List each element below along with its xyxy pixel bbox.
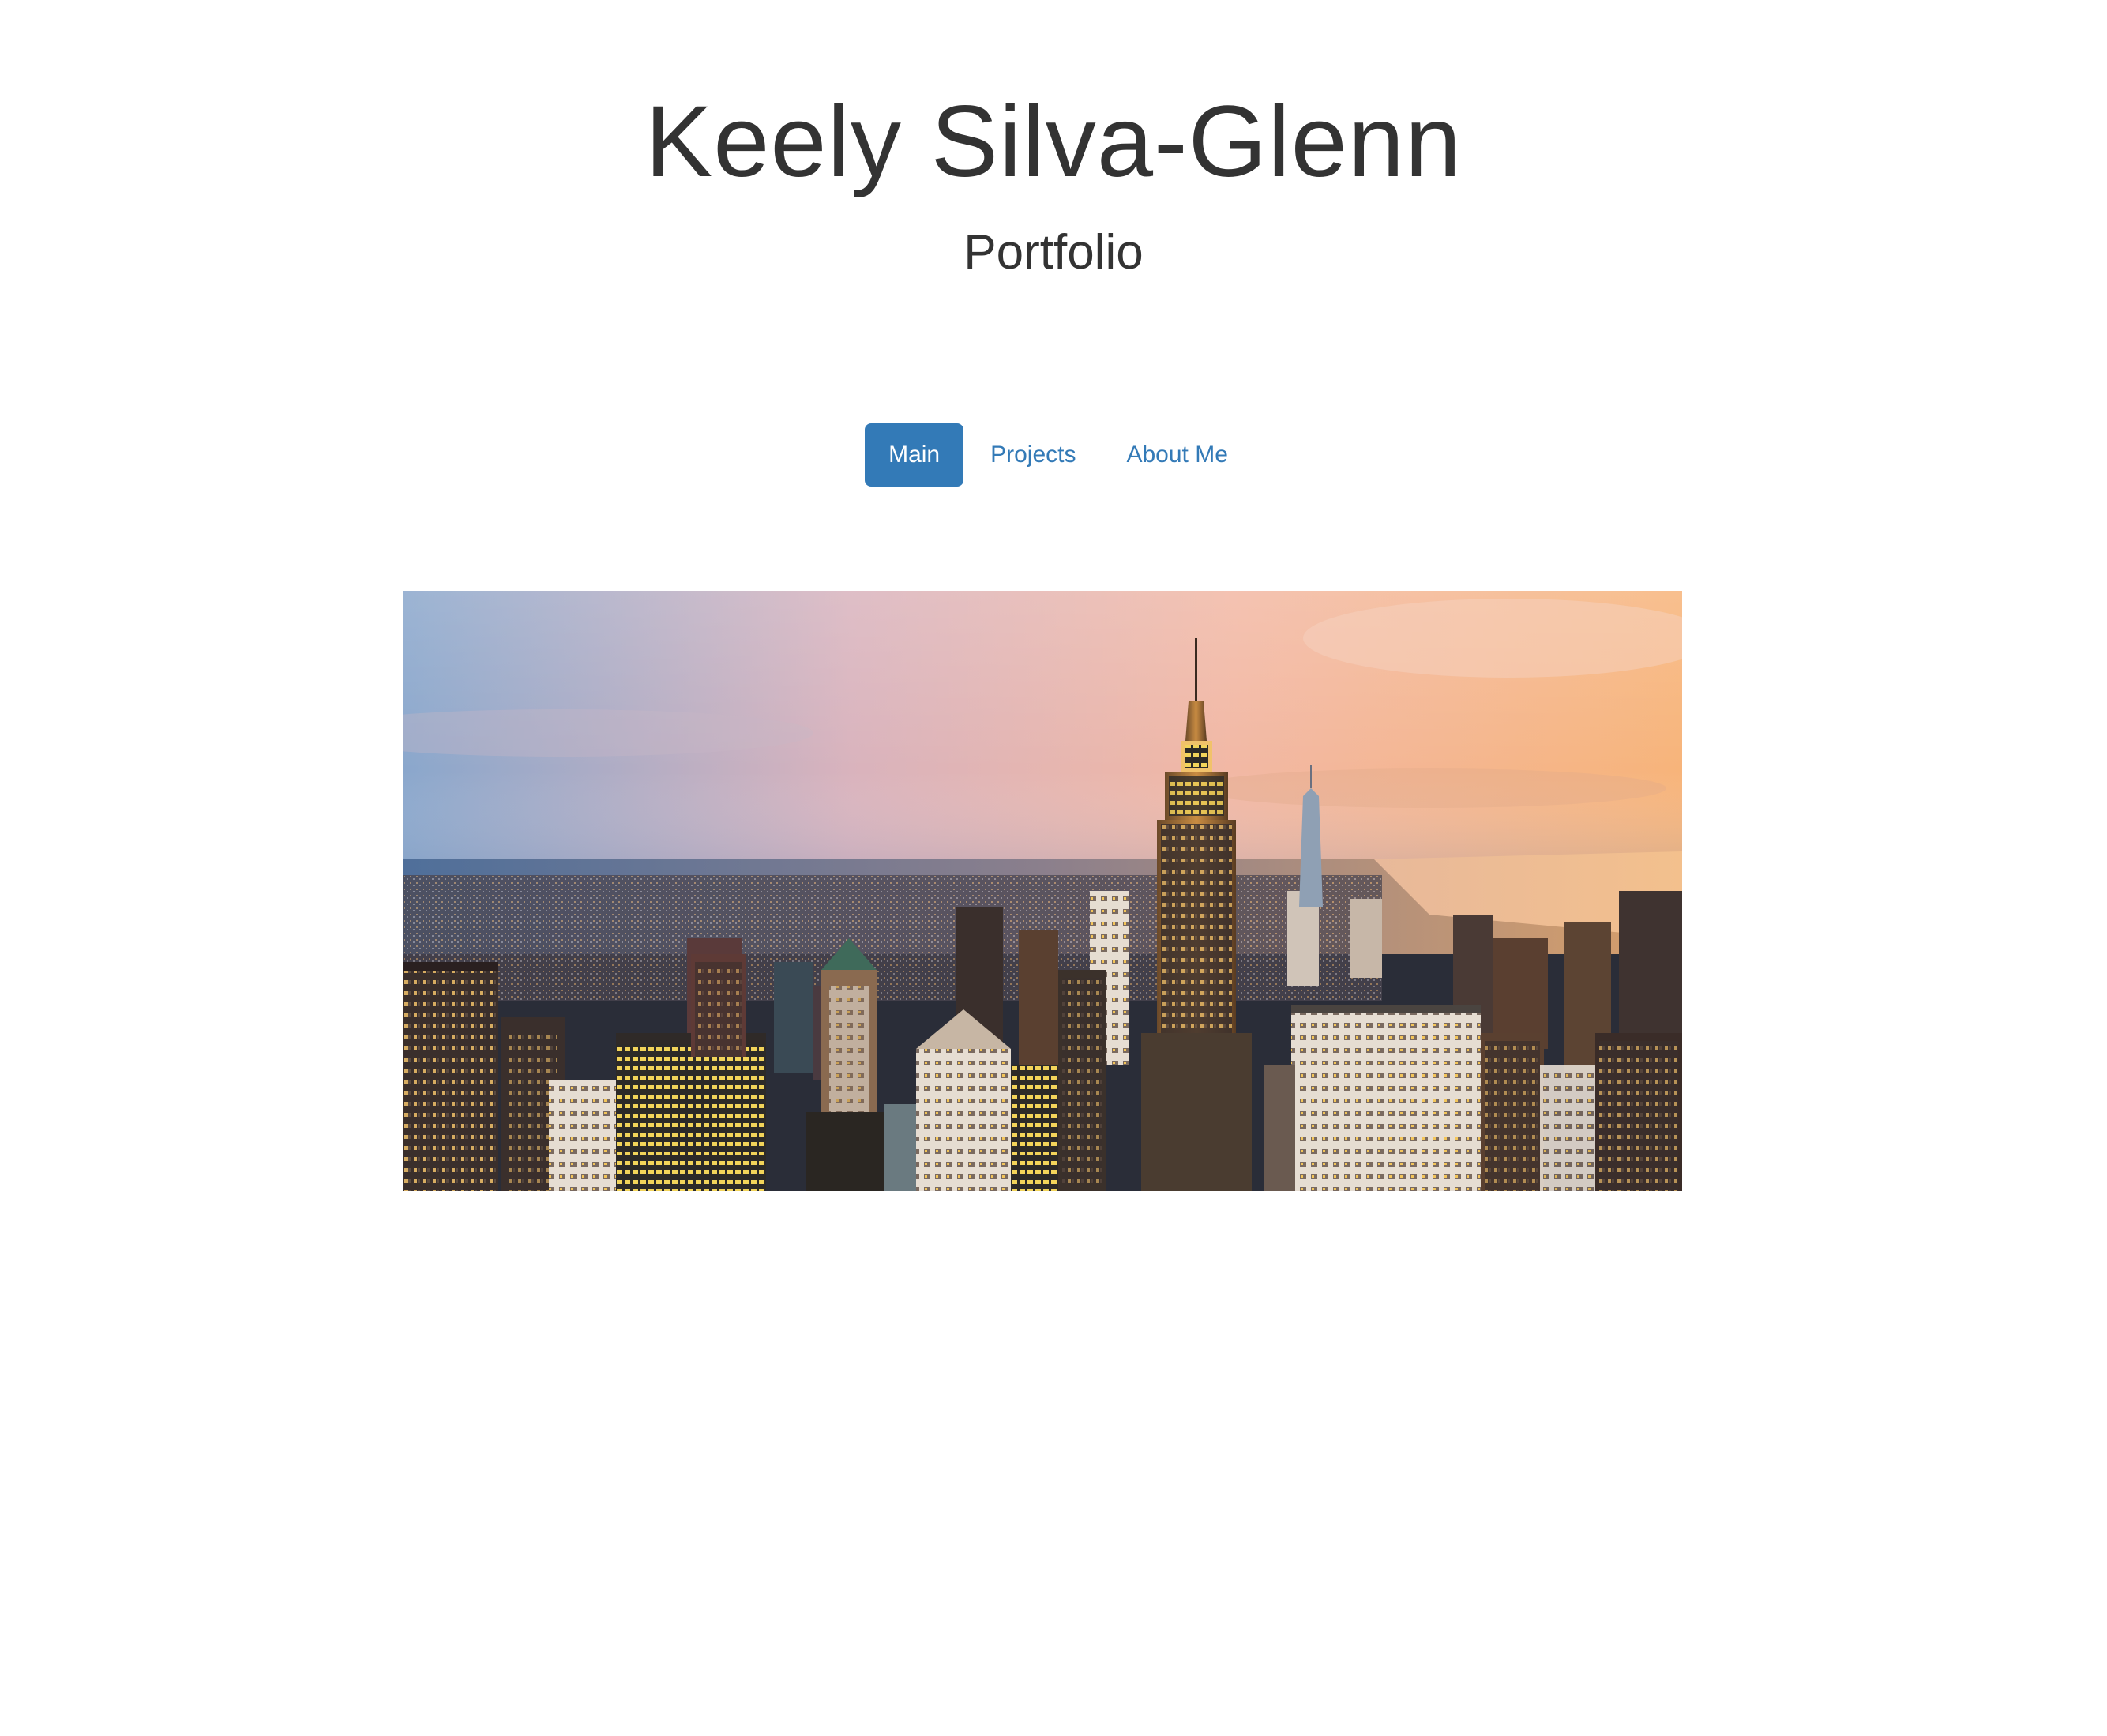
nav-item-projects[interactable]: Projects — [967, 423, 1099, 487]
city-skyline-image — [403, 591, 1682, 1191]
city-skyline-illustration — [403, 591, 1682, 1191]
site-subtitle: Portfolio — [963, 225, 1144, 280]
nav-item-main[interactable]: Main — [865, 423, 964, 487]
site-title: Keely Silva-Glenn — [644, 85, 1463, 198]
main-nav: Main Projects About Me — [0, 423, 2107, 487]
page: Keely Silva-Glenn Portfolio Main Project… — [0, 0, 2107, 1736]
nav-item-about-me[interactable]: About Me — [1102, 423, 1251, 487]
nav-pills: Main Projects About Me — [865, 423, 1252, 487]
